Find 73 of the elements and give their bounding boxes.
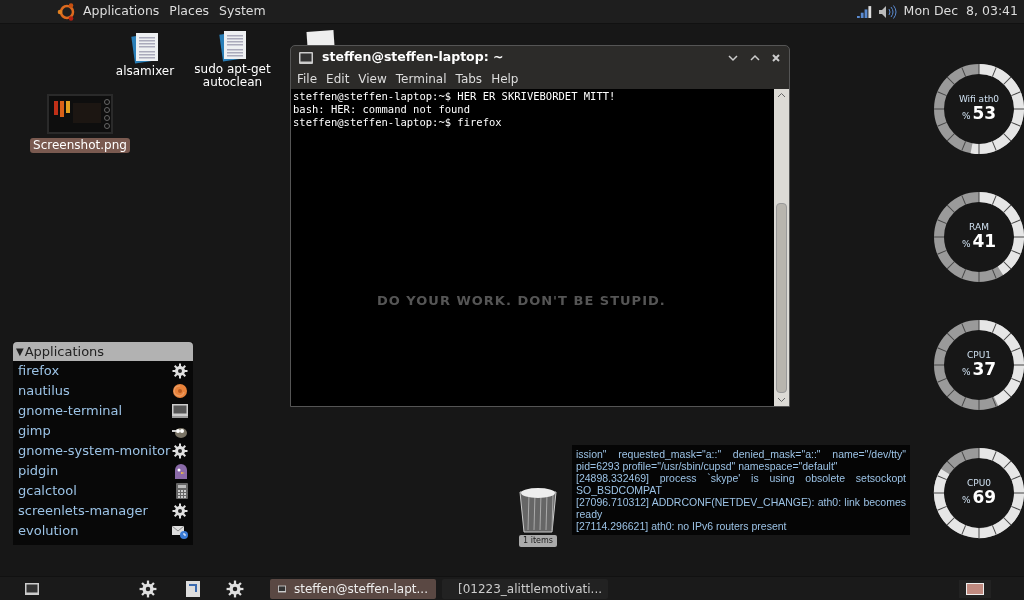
launcher-item[interactable]: gcalctool bbox=[13, 481, 193, 501]
workspace-switcher[interactable] bbox=[959, 579, 991, 598]
launcher-item[interactable]: nautilus bbox=[13, 381, 193, 401]
menu-item[interactable]: Edit bbox=[326, 70, 350, 88]
log-entry: [27114.296621] ath0: no IPv6 routers present bbox=[576, 520, 788, 532]
document-icon bbox=[217, 30, 248, 62]
gear-icon bbox=[172, 363, 188, 379]
trash-can-icon[interactable] bbox=[517, 486, 559, 534]
gauge-label: CPU1 bbox=[967, 350, 991, 361]
icon-label[interactable]: sudo apt-get autoclean bbox=[190, 62, 275, 90]
log-entry: ission" requested_mask="a::" denied_mask="a::" name="/dev/tty" pid=6293 profile="/usr/sbin/cupsd" namespace="default" bbox=[576, 448, 906, 472]
circle-of-friends-logo[interactable] bbox=[57, 1, 77, 22]
signal-strength-icon[interactable] bbox=[856, 4, 872, 19]
terminal-line: steffen@steffen-laptop:~$ HER ER SKRIVEBORDET MITT! bbox=[293, 90, 617, 103]
gear-icon bbox=[172, 503, 188, 519]
show-desktop-icon[interactable] bbox=[25, 582, 39, 595]
panel-menu[interactable]: Applications bbox=[83, 2, 160, 21]
launcher-item[interactable]: pidgin bbox=[13, 461, 193, 481]
menu-item[interactable]: Tabs bbox=[455, 70, 483, 88]
clock[interactable]: Mon Dec 8, 03:41 bbox=[903, 2, 1018, 21]
icon-label[interactable]: Screenshot.png bbox=[30, 138, 130, 153]
menu-item[interactable]: View bbox=[358, 70, 387, 88]
percent-sign: % bbox=[961, 110, 971, 124]
gauge-value: 37 bbox=[972, 360, 997, 379]
launcher-title: Applications bbox=[24, 342, 105, 361]
image-thumbnail bbox=[47, 94, 113, 134]
icon-label[interactable]: alsamixer bbox=[112, 64, 178, 79]
log-entry: [27096.710312] ADDRCONF(NETDEV_CHANGE): ath0: link becomes ready bbox=[576, 496, 906, 520]
gauge-label: CPU0 bbox=[967, 478, 991, 489]
gauge-value: 41 bbox=[972, 232, 997, 251]
document-icon bbox=[130, 32, 160, 64]
maximize-chevron-icon[interactable] bbox=[749, 53, 761, 62]
gauge-value: 69 bbox=[972, 488, 997, 507]
percent-sign: % bbox=[961, 238, 971, 252]
scrollbar[interactable] bbox=[774, 89, 789, 406]
percent-sign: % bbox=[961, 494, 971, 508]
launcher-item[interactable]: gnome-system-monitor bbox=[13, 441, 193, 461]
gauge-label: RAM bbox=[969, 222, 989, 233]
gear-icon bbox=[172, 443, 188, 459]
terminal-line: steffen@steffen-laptop:~$ firefox bbox=[293, 116, 503, 129]
terminal-line: bash: HER: command not found bbox=[293, 103, 471, 116]
wallpaper-slogan: DO YOUR WORK. DON'T BE STUPID. bbox=[377, 292, 666, 310]
gauge-value: 53 bbox=[972, 104, 997, 123]
trash-label: 1 items bbox=[519, 535, 557, 547]
calculator-icon bbox=[176, 483, 188, 499]
launcher-header[interactable]: ▼Applications bbox=[13, 342, 193, 361]
taskbar-button[interactable]: steffen@steffen-lapt... bbox=[270, 578, 436, 599]
shell-icon bbox=[172, 383, 188, 399]
scroll-down-icon[interactable] bbox=[777, 397, 786, 403]
chat-mascot-icon bbox=[174, 463, 188, 479]
menu-item[interactable]: Terminal bbox=[395, 70, 447, 88]
launcher-item[interactable]: screenlets-manager bbox=[13, 501, 193, 521]
taskbar-button[interactable]: [01223_alittlemotivati... bbox=[442, 578, 608, 599]
triangle-icon: ▼ bbox=[16, 344, 24, 359]
panel-menu[interactable]: System bbox=[219, 2, 266, 21]
gauge-label: Wifi ath0 bbox=[958, 94, 1000, 105]
volume-icon[interactable] bbox=[877, 4, 898, 19]
menu-item[interactable]: File bbox=[297, 70, 318, 88]
panel-menu[interactable]: Places bbox=[169, 2, 210, 21]
terminal-icon bbox=[299, 51, 313, 64]
launcher-item[interactable]: gnome-terminal bbox=[13, 401, 193, 421]
scroll-up-icon[interactable] bbox=[777, 92, 786, 98]
minimize-chevron-icon[interactable] bbox=[727, 53, 739, 62]
window-title: steffen@steffen-laptop: ~ bbox=[322, 48, 504, 67]
monitor-icon bbox=[172, 404, 188, 418]
log-entry: [24898.332469] process `skype' is using obsolete setsockopt SO_BSDCOMPAT bbox=[576, 472, 906, 496]
menu-item[interactable]: Help bbox=[491, 70, 519, 88]
mail-clock-icon bbox=[172, 523, 188, 539]
launcher-item[interactable]: evolution bbox=[13, 521, 193, 541]
launcher-item[interactable]: firefox bbox=[13, 361, 193, 381]
launcher-item[interactable]: gimp bbox=[13, 421, 193, 441]
percent-sign: % bbox=[961, 366, 971, 380]
close-icon[interactable] bbox=[771, 52, 781, 63]
